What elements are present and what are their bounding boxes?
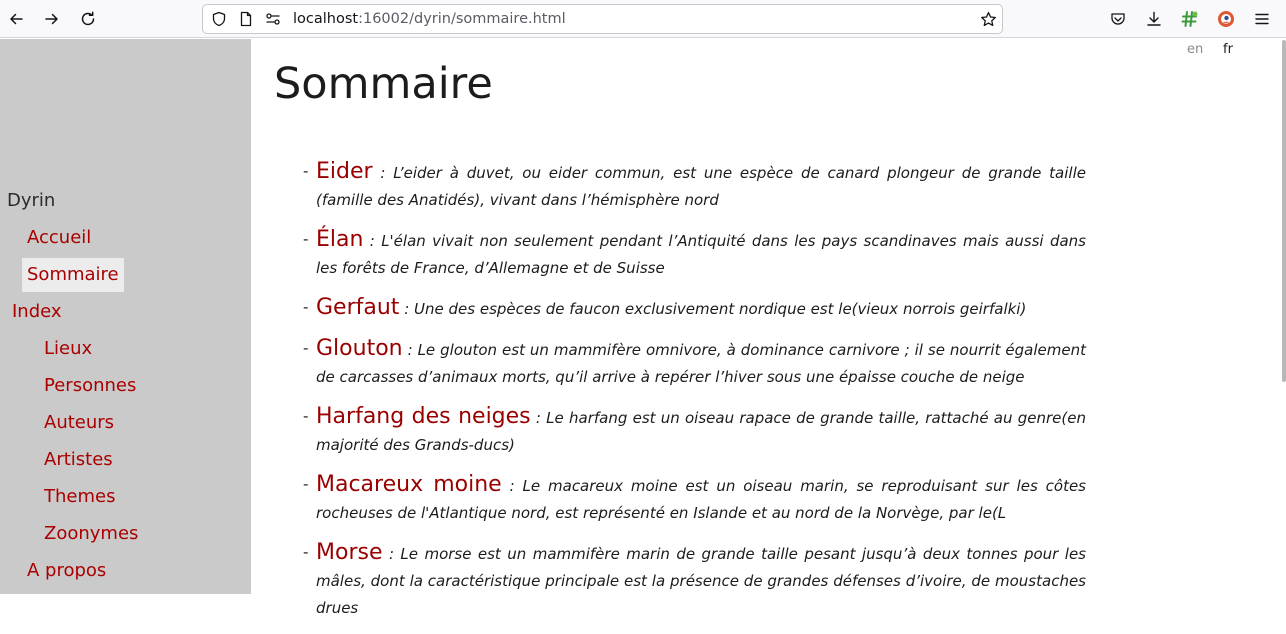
star-icon[interactable] [980, 11, 996, 27]
entry-description: : L’eider à duvet, ou eider commun, est … [316, 164, 1086, 209]
download-icon [1147, 11, 1161, 26]
list-dash: - [303, 230, 309, 248]
entry-link-elan[interactable]: Élan [316, 227, 363, 252]
sidebar-item-accueil[interactable]: Accueil [27, 227, 91, 249]
page-title: Sommaire [274, 59, 493, 109]
entry-link-glouton[interactable]: Glouton [316, 336, 403, 361]
duckduckgo-button[interactable] [1212, 5, 1240, 33]
reload-button[interactable] [74, 5, 102, 33]
summary-list: - Eider : L’eider à duvet, ou eider comm… [303, 158, 1086, 634]
language-en-link[interactable]: en [1187, 42, 1203, 58]
list-item: - Glouton : Le glouton est un mammifère … [303, 335, 1086, 391]
list-item: - Harfang des neiges : Le harfang est un… [303, 403, 1086, 459]
list-dash: - [303, 339, 309, 357]
entry-link-eider[interactable]: Eider [316, 159, 373, 184]
list-item: - Gerfaut : Une des espèces de faucon ex… [303, 294, 1086, 323]
list-dash: - [303, 162, 309, 180]
hamburger-menu-icon [1255, 13, 1269, 25]
duckduckgo-icon [1218, 11, 1234, 27]
entry-description: : Une des espèces de faucon exclusivemen… [404, 300, 1027, 318]
sidebar: Dyrin Accueil Sommaire Index Lieux Perso… [0, 39, 251, 594]
url-bar[interactable]: localhost:16002/dyrin/sommaire.html [202, 4, 1003, 34]
sidebar-item-themes[interactable]: Themes [44, 486, 115, 508]
arrow-left-icon [10, 13, 23, 25]
list-dash: - [303, 543, 309, 561]
pocket-icon [1111, 13, 1125, 25]
arrow-right-icon [45, 13, 58, 25]
entry-link-macareux[interactable]: Macareux moine [316, 472, 502, 497]
url-host: localhost [293, 11, 359, 27]
list-item: - Morse : Le morse est un mammifère mari… [303, 539, 1086, 622]
pocket-button[interactable] [1104, 5, 1132, 33]
sidebar-item-index[interactable]: Index [12, 301, 62, 323]
url-text[interactable]: localhost:16002/dyrin/sommaire.html [293, 10, 566, 28]
permissions-icon[interactable] [265, 11, 281, 27]
list-item: - Macareux moine : Le macareux moine est… [303, 471, 1086, 527]
hashtag-extension-icon [1181, 11, 1198, 27]
back-button[interactable] [2, 5, 30, 33]
list-item: - Élan : L'élan vivait non seulement pen… [303, 226, 1086, 282]
language-fr-current: fr [1223, 42, 1233, 57]
sidebar-item-artistes[interactable]: Artistes [44, 449, 113, 471]
entry-link-gerfaut[interactable]: Gerfaut [316, 295, 399, 320]
list-item: - Eider : L’eider à duvet, ou eider comm… [303, 158, 1086, 214]
page-scrollbar[interactable] [1282, 40, 1286, 382]
extension-button[interactable] [1176, 5, 1204, 33]
entry-description: : L'élan vivait non seulement pendant l’… [316, 232, 1086, 277]
list-dash: - [303, 298, 309, 316]
downloads-button[interactable] [1140, 5, 1168, 33]
entry-description: : Le morse est un mammifère marin de gra… [316, 545, 1086, 617]
sidebar-item-zoonymes[interactable]: Zoonymes [44, 523, 138, 545]
menu-button[interactable] [1248, 5, 1276, 33]
url-path: :16002/dyrin/sommaire.html [358, 11, 566, 27]
forward-button[interactable] [38, 5, 66, 33]
sidebar-item-auteurs[interactable]: Auteurs [44, 412, 114, 434]
sidebar-item-a-propos[interactable]: A propos [27, 560, 106, 582]
sidebar-item-lieux[interactable]: Lieux [44, 338, 92, 360]
page-icon[interactable] [238, 11, 254, 27]
entry-link-harfang[interactable]: Harfang des neiges [316, 404, 531, 429]
entry-link-morse[interactable]: Morse [316, 540, 382, 565]
reload-icon [81, 11, 95, 26]
browser-toolbar: localhost:16002/dyrin/sommaire.html [0, 0, 1286, 38]
shield-icon[interactable] [211, 11, 227, 27]
sidebar-item-sommaire[interactable]: Sommaire [22, 258, 124, 292]
entry-description: : Le glouton est un mammifère omnivore, … [316, 341, 1086, 386]
list-dash: - [303, 407, 309, 425]
sidebar-item-personnes[interactable]: Personnes [44, 375, 136, 397]
list-dash: - [303, 475, 309, 493]
site-title: Dyrin [7, 190, 56, 211]
